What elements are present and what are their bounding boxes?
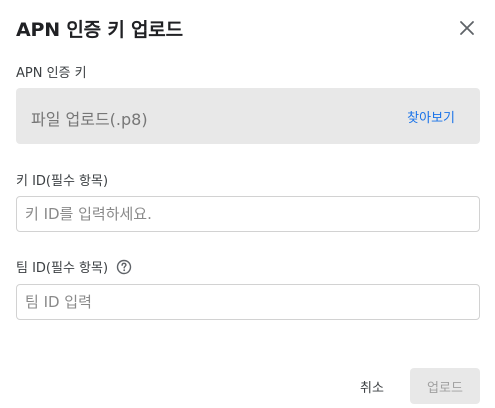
close-button[interactable] xyxy=(456,17,478,39)
upload-button[interactable]: 업로드 xyxy=(410,368,480,404)
file-upload-placeholder: 파일 업로드(.p8) xyxy=(31,110,148,129)
team-id-label-row: 팀 ID(필수 항목) xyxy=(16,257,132,276)
file-upload-field[interactable]: 파일 업로드(.p8) 찾아보기 xyxy=(16,88,480,144)
upload-apn-key-dialog: APN 인증 키 업로드 APN 인증 키 파일 업로드(.p8) 찾아보기 키… xyxy=(0,0,495,408)
help-circle-icon[interactable] xyxy=(116,259,132,275)
key-id-input[interactable] xyxy=(16,196,480,232)
apn-key-label: APN 인증 키 xyxy=(16,66,87,81)
close-icon xyxy=(460,21,474,35)
team-id-input[interactable] xyxy=(16,284,480,320)
browse-button[interactable]: 찾아보기 xyxy=(407,107,455,126)
dialog-title: APN 인증 키 업로드 xyxy=(16,19,183,41)
cancel-button[interactable]: 취소 xyxy=(352,368,392,404)
key-id-label: 키 ID(필수 항목) xyxy=(16,174,109,189)
team-id-label: 팀 ID(필수 항목) xyxy=(16,261,109,276)
